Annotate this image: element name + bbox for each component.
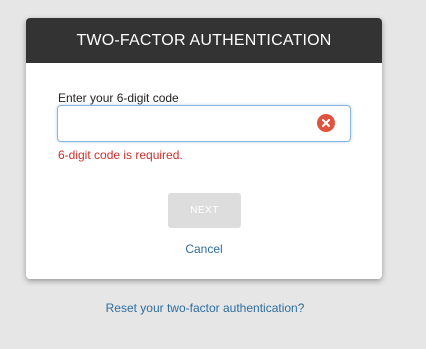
clear-x-circle-icon[interactable]: [317, 114, 335, 132]
dialog-header: TWO-FACTOR AUTHENTICATION: [26, 18, 382, 63]
cancel-link[interactable]: Cancel: [26, 242, 382, 256]
code-input-container: [57, 105, 351, 142]
code-input[interactable]: [58, 106, 328, 139]
two-factor-dialog: TWO-FACTOR AUTHENTICATION Enter your 6-d…: [26, 18, 382, 279]
dialog-title: TWO-FACTOR AUTHENTICATION: [76, 31, 332, 49]
reset-two-factor-link[interactable]: Reset your two-factor authentication?: [0, 301, 410, 315]
next-button[interactable]: NEXT: [168, 193, 241, 228]
code-field-label: Enter your 6-digit code: [58, 91, 179, 105]
code-error-message: 6-digit code is required.: [58, 148, 183, 162]
